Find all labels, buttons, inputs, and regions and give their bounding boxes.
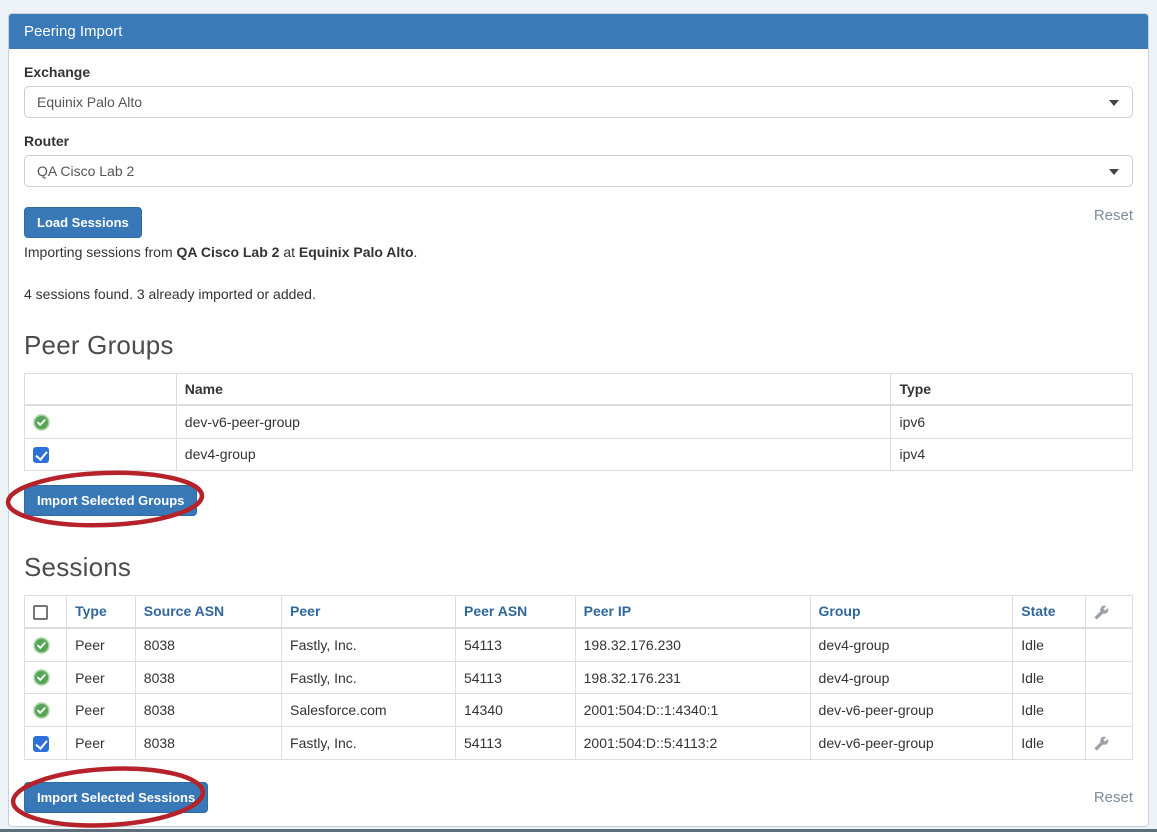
sessions-state-column-header[interactable]: State: [1013, 596, 1086, 628]
session-state: Idle: [1013, 661, 1086, 694]
import-selected-groups-button[interactable]: Import Selected Groups: [24, 485, 197, 516]
session-group: dev-v6-peer-group: [810, 694, 1013, 727]
peer-groups-header-row: Name Type: [25, 374, 1133, 406]
table-row: dev4-group ipv4: [25, 438, 1133, 470]
sessions-table: Type Source ASN Peer Peer ASN Peer IP Gr…: [24, 595, 1133, 759]
already-imported-check-icon: [33, 669, 50, 686]
table-row: Peer 8038 Salesforce.com 14340 2001:504:…: [25, 694, 1133, 727]
router-label: Router: [24, 133, 1133, 149]
session-state: Idle: [1013, 727, 1086, 759]
chevron-down-icon: [1109, 100, 1119, 106]
peer-groups-table: Name Type dev-v6-peer-group ipv6 dev4-gr…: [24, 373, 1133, 471]
sessions-header-row: Type Source ASN Peer Peer ASN Peer IP Gr…: [25, 596, 1133, 628]
peer-group-name: dev-v6-peer-group: [176, 405, 891, 438]
sessions-peer-ip-column-header[interactable]: Peer IP: [575, 596, 810, 628]
import-selected-sessions-button[interactable]: Import Selected Sessions: [24, 782, 208, 813]
session-peer-ip: 198.32.176.230: [575, 628, 810, 661]
session-type: Peer: [67, 727, 136, 759]
sessions-peer-asn-column-header[interactable]: Peer ASN: [455, 596, 575, 628]
session-peer: Fastly, Inc.: [282, 661, 456, 694]
sessions-source-asn-column-header[interactable]: Source ASN: [135, 596, 281, 628]
peer-group-type: ipv6: [891, 405, 1133, 438]
session-peer-asn: 14340: [455, 694, 575, 727]
session-group: dev4-group: [810, 661, 1013, 694]
table-row: Peer 8038 Fastly, Inc. 54113 198.32.176.…: [25, 661, 1133, 694]
wrench-icon: [1094, 605, 1109, 620]
sessions-group-column-header[interactable]: Group: [810, 596, 1013, 628]
session-state: Idle: [1013, 694, 1086, 727]
importing-status-text: Importing sessions from QA Cisco Lab 2 a…: [24, 244, 1133, 260]
chevron-down-icon: [1109, 169, 1119, 175]
session-type: Peer: [67, 694, 136, 727]
already-imported-check-icon: [33, 414, 50, 431]
session-peer-ip: 198.32.176.231: [575, 661, 810, 694]
select-all-checkbox[interactable]: [33, 605, 48, 620]
already-imported-check-icon: [33, 702, 50, 719]
session-type: Peer: [67, 661, 136, 694]
peering-import-panel: Peering Import Exchange Equinix Palo Alt…: [8, 13, 1149, 827]
wrench-icon[interactable]: [1094, 736, 1109, 751]
session-state: Idle: [1013, 628, 1086, 661]
reset-link-bottom[interactable]: Reset: [1094, 789, 1133, 806]
reset-link-top[interactable]: Reset: [1094, 207, 1133, 224]
peer-groups-heading: Peer Groups: [24, 330, 1133, 361]
session-peer: Fastly, Inc.: [282, 727, 456, 759]
importing-router-name: QA Cisco Lab 2: [177, 244, 280, 260]
already-imported-check-icon: [33, 637, 50, 654]
session-checkbox-checked[interactable]: [33, 736, 49, 752]
session-type: Peer: [67, 628, 136, 661]
sessions-heading: Sessions: [24, 552, 1133, 583]
load-action-row: Load Sessions Reset: [24, 207, 1133, 238]
session-peer-ip: 2001:504:D::1:4340:1: [575, 694, 810, 727]
session-group: dev4-group: [810, 628, 1013, 661]
session-peer-asn: 54113: [455, 727, 575, 759]
session-peer: Salesforce.com: [282, 694, 456, 727]
router-select[interactable]: QA Cisco Lab 2: [24, 155, 1133, 187]
load-sessions-button[interactable]: Load Sessions: [24, 207, 142, 238]
panel-title: Peering Import: [9, 14, 1148, 49]
exchange-form-group: Exchange Equinix Palo Alto: [24, 64, 1133, 118]
exchange-selected-value: Equinix Palo Alto: [37, 94, 142, 110]
sessions-peer-column-header[interactable]: Peer: [282, 596, 456, 628]
session-source-asn: 8038: [135, 727, 281, 759]
router-form-group: Router QA Cisco Lab 2: [24, 133, 1133, 187]
sessions-type-column-header[interactable]: Type: [67, 596, 136, 628]
peer-groups-type-column-header: Type: [891, 374, 1133, 406]
session-peer-ip: 2001:504:D::5:4113:2: [575, 727, 810, 759]
importing-exchange-name: Equinix Palo Alto: [299, 244, 414, 260]
table-row: dev-v6-peer-group ipv6: [25, 405, 1133, 438]
session-peer: Fastly, Inc.: [282, 628, 456, 661]
peer-groups-name-column-header: Name: [176, 374, 891, 406]
peer-group-checkbox-checked[interactable]: [33, 447, 49, 463]
sessions-found-summary: 4 sessions found. 3 already imported or …: [24, 286, 1133, 302]
router-selected-value: QA Cisco Lab 2: [37, 163, 134, 179]
session-source-asn: 8038: [135, 628, 281, 661]
session-group: dev-v6-peer-group: [810, 727, 1013, 759]
session-peer-asn: 54113: [455, 661, 575, 694]
exchange-label: Exchange: [24, 64, 1133, 80]
session-peer-asn: 54113: [455, 628, 575, 661]
session-source-asn: 8038: [135, 694, 281, 727]
page-bottom-divider: [0, 829, 1157, 832]
exchange-select[interactable]: Equinix Palo Alto: [24, 86, 1133, 118]
panel-body: Exchange Equinix Palo Alto Router QA Cis…: [9, 49, 1148, 826]
table-row: Peer 8038 Fastly, Inc. 54113 198.32.176.…: [25, 628, 1133, 661]
peer-groups-status-column-header: [25, 374, 177, 406]
peer-group-type: ipv4: [891, 438, 1133, 470]
bottom-action-row: Import Selected Sessions Reset: [24, 782, 1133, 813]
peer-group-name: dev4-group: [176, 438, 891, 470]
session-source-asn: 8038: [135, 661, 281, 694]
table-row: Peer 8038 Fastly, Inc. 54113 2001:504:D:…: [25, 727, 1133, 759]
